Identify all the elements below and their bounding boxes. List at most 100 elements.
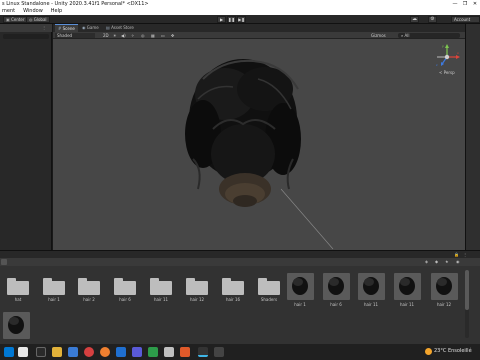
- asset-label: hair 6: [119, 297, 131, 302]
- account-label: Account: [454, 17, 471, 22]
- folder-item[interactable]: hair 12: [183, 273, 211, 305]
- label-icon[interactable]: ◆: [435, 259, 438, 264]
- asset-label: hat: [14, 297, 22, 302]
- star-icon[interactable]: ★: [445, 259, 449, 264]
- mode-2d-toggle[interactable]: 2D: [103, 33, 109, 38]
- cloud-icon[interactable]: ☁: [410, 16, 419, 23]
- account-dropdown[interactable]: Account: [451, 16, 480, 23]
- folder-icon: [78, 278, 100, 295]
- breadcrumb-start[interactable]: [1, 259, 7, 265]
- scene-search-input[interactable]: ⌕ All: [398, 33, 460, 38]
- project-panel-header: 🔒 ⋮: [0, 250, 480, 258]
- folder-item[interactable]: hair 2: [75, 273, 103, 305]
- folder-item[interactable]: hair 1: [40, 273, 68, 305]
- tab-asset-store-label: Asset Store: [111, 25, 134, 30]
- menu-component[interactable]: ment: [2, 8, 15, 15]
- hair-model-render: [185, 59, 334, 250]
- window-controls: — ❐ ✕: [450, 0, 480, 8]
- hair-asset-item[interactable]: hair 12: [430, 273, 458, 307]
- hair-asset-item[interactable]: hair 11: [357, 273, 385, 307]
- maximize-button[interactable]: ❐: [460, 0, 470, 8]
- gizmos-dropdown[interactable]: Gizmos: [371, 33, 386, 38]
- grid-icon[interactable]: ▦: [151, 33, 155, 38]
- scene-search-placeholder: All: [404, 33, 410, 38]
- tab-scene[interactable]: # Scene: [55, 24, 78, 32]
- task-view-icon[interactable]: [36, 347, 46, 357]
- axis-label-y: y: [442, 44, 444, 48]
- hair-thumbnail: [287, 273, 314, 300]
- close-button[interactable]: ✕: [470, 0, 480, 8]
- folder-item[interactable]: Shaders: [255, 273, 283, 305]
- shading-mode-dropdown[interactable]: Shaded: [55, 33, 95, 38]
- asset-label: hair 12: [436, 302, 452, 307]
- browser-edge-icon[interactable]: [68, 347, 78, 357]
- main-toolbar: ▣ Center ◍ Global ▶ ❚❚ ▶❚ ☁ ⚙ Account: [0, 15, 480, 24]
- hair-thumbnail: [323, 273, 350, 300]
- tab-asset-store[interactable]: ▤ Asset Store: [103, 24, 137, 32]
- firefox-icon[interactable]: [100, 347, 110, 357]
- selection-line: [280, 188, 334, 250]
- menu-help[interactable]: Help: [51, 8, 62, 15]
- scene-view-toolbar: Shaded 2D ☀ ◀) ✧ ◎ ▦ ▭ ✥ Gizmos ⌕ All: [53, 32, 465, 39]
- tools-icon[interactable]: ✥: [171, 33, 174, 38]
- folder-icon: [114, 278, 136, 295]
- pivot-global-button[interactable]: ◍ Global: [26, 16, 50, 23]
- windows-taskbar: 23°C Ensoleillé: [0, 344, 480, 360]
- hair-asset-item[interactable]: hair 1: [286, 273, 314, 307]
- hidden-objects-icon[interactable]: ◎: [141, 33, 145, 38]
- scrollbar-thumb[interactable]: [465, 270, 469, 310]
- orientation-gizmo[interactable]: y x z < Persp: [433, 44, 461, 80]
- unity-icon[interactable]: [198, 347, 208, 357]
- hair-asset-item[interactable]: [2, 312, 30, 344]
- hair-asset-item[interactable]: hair 11: [393, 273, 421, 307]
- minimize-button[interactable]: —: [450, 0, 460, 8]
- eye-icon[interactable]: ◉: [456, 259, 460, 264]
- opera-icon[interactable]: [84, 347, 94, 357]
- app-icon[interactable]: [132, 347, 142, 357]
- camera-icon[interactable]: ▭: [161, 33, 165, 38]
- weather-text[interactable]: 23°C Ensoleillé: [434, 348, 472, 354]
- projection-label[interactable]: < Persp: [439, 70, 455, 75]
- panel-menu-icon[interactable]: ⋮: [42, 25, 46, 30]
- folder-icon: [222, 278, 244, 295]
- file-explorer-icon[interactable]: [52, 347, 62, 357]
- play-button[interactable]: ▶: [217, 16, 226, 23]
- asset-label: hair 11: [399, 302, 415, 307]
- hair-thumbnail: [3, 312, 30, 339]
- pivot-center-button[interactable]: ▣ Center: [3, 16, 28, 23]
- app-icon[interactable]: [148, 347, 158, 357]
- inspector-panel: [465, 24, 480, 250]
- axis-label-x: x: [457, 51, 459, 55]
- app-icon[interactable]: [214, 347, 224, 357]
- search-icon[interactable]: [18, 347, 28, 357]
- start-icon[interactable]: [4, 347, 14, 357]
- menu-window[interactable]: Window: [23, 8, 43, 15]
- tab-game[interactable]: ◉ Game: [79, 24, 102, 32]
- audio-icon[interactable]: ◀): [121, 33, 126, 38]
- pause-button[interactable]: ❚❚: [227, 16, 236, 23]
- filter-icon[interactable]: ◈: [425, 259, 428, 264]
- folder-item[interactable]: hair 6: [111, 273, 139, 305]
- scene-viewport[interactable]: y x z < Persp: [53, 39, 465, 250]
- weather-icon: [425, 348, 432, 355]
- app-icon[interactable]: [164, 347, 174, 357]
- folder-item[interactable]: hat: [4, 273, 32, 305]
- app-icon[interactable]: [116, 347, 126, 357]
- folder-icon: [7, 278, 29, 295]
- hierarchy-search-input[interactable]: [3, 34, 49, 39]
- panel-menu-icon[interactable]: ⋮: [463, 252, 467, 257]
- step-button[interactable]: ▶❚: [237, 16, 246, 23]
- store-icon: ▤: [106, 25, 110, 30]
- folder-item[interactable]: hair 11: [147, 273, 175, 305]
- hair-asset-item[interactable]: hair 6: [322, 273, 350, 307]
- lighting-icon[interactable]: ☀: [113, 33, 117, 38]
- effects-icon[interactable]: ✧: [131, 33, 134, 38]
- app-icon[interactable]: [180, 347, 190, 357]
- project-scrollbar[interactable]: [465, 270, 469, 338]
- settings-icon[interactable]: ⚙: [428, 16, 437, 23]
- lock-icon[interactable]: 🔒: [454, 252, 459, 257]
- asset-label: hair 11: [153, 297, 169, 302]
- project-assets-panel: hat hair 1 hair 2 hair 6 hair 11 hair 12 hair …: [0, 266, 480, 344]
- folder-item[interactable]: hair 16: [219, 273, 247, 305]
- scene-tab-bar: # Scene ◉ Game ▤ Asset Store: [53, 24, 465, 32]
